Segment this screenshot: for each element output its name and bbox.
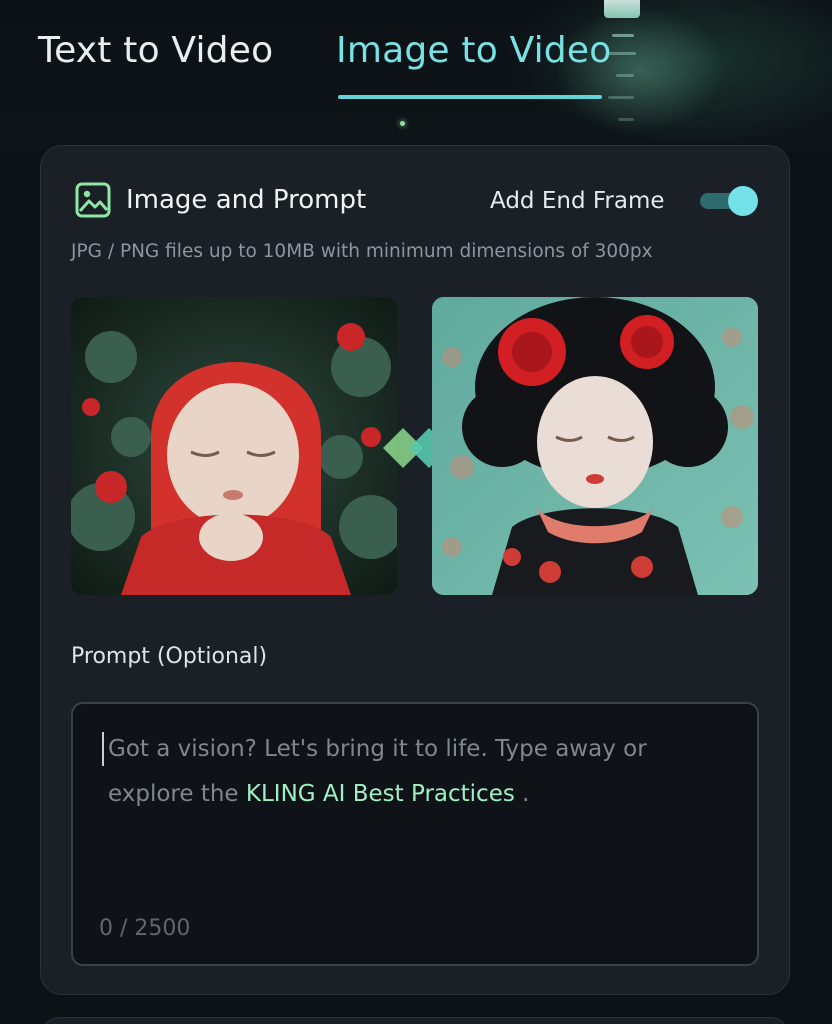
background-light-streak xyxy=(604,0,640,18)
best-practices-link[interactable]: KLING AI Best Practices xyxy=(246,781,515,807)
add-end-frame-toggle[interactable] xyxy=(700,186,760,216)
tab-image-to-video[interactable]: Image to Video xyxy=(336,28,611,74)
prompt-placeholder-suffix: . xyxy=(514,781,530,807)
prompt-placeholder-line2: explore the KLING AI Best Practices . xyxy=(108,778,529,810)
active-tab-indicator xyxy=(338,95,602,99)
upload-hint: JPG / PNG files up to 10MB with minimum … xyxy=(71,241,653,262)
add-end-frame-label: Add End Frame xyxy=(490,188,665,214)
end-frame-image[interactable] xyxy=(432,297,758,595)
background-ripple xyxy=(608,96,634,99)
tab-text-to-video[interactable]: Text to Video xyxy=(38,28,273,74)
section-title: Image and Prompt xyxy=(126,185,367,215)
background-ripple xyxy=(618,118,634,121)
background-dot xyxy=(400,121,405,126)
image-icon xyxy=(75,182,111,218)
next-card xyxy=(40,1017,790,1024)
text-caret xyxy=(102,732,104,766)
start-frame-image[interactable] xyxy=(71,297,397,595)
page: Text to Video Image to Video Image and P… xyxy=(0,0,832,1024)
background-ripple xyxy=(612,34,634,37)
background-scene xyxy=(0,0,832,150)
prompt-placeholder-line1: Got a vision? Let's bring it to life. Ty… xyxy=(108,736,647,762)
background-ripple xyxy=(616,74,634,77)
prompt-placeholder-prefix: explore the xyxy=(108,781,246,807)
toggle-knob xyxy=(728,186,758,216)
prompt-label: Prompt (Optional) xyxy=(71,644,268,669)
character-counter: 0 / 2500 xyxy=(99,916,191,941)
